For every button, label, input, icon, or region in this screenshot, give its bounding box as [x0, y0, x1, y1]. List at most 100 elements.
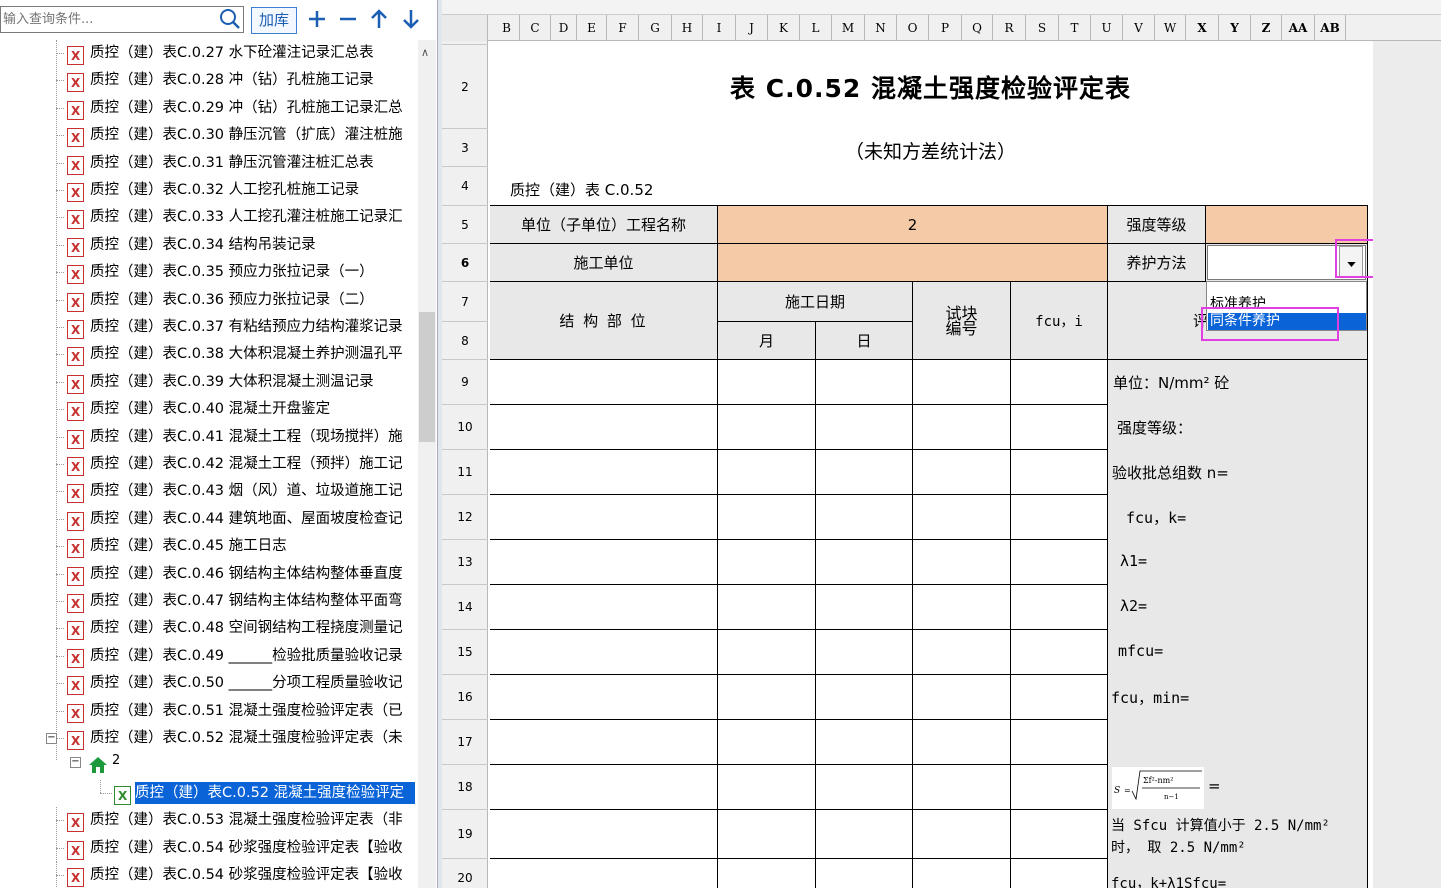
column-header-cell[interactable]: S	[1026, 15, 1059, 41]
data-cell[interactable]	[913, 630, 1011, 675]
data-cell[interactable]	[816, 630, 913, 675]
data-cell[interactable]	[490, 630, 718, 675]
column-header-cell[interactable]: H	[672, 15, 703, 41]
row-header-cell[interactable]: 16	[442, 675, 488, 720]
data-cell[interactable]	[1011, 360, 1108, 405]
data-cell[interactable]	[1011, 810, 1108, 859]
row-header-cell[interactable]: 4	[442, 167, 488, 206]
data-cell[interactable]	[490, 675, 718, 720]
tree-scrollbar[interactable]: ∧	[418, 40, 436, 888]
tree-item[interactable]: 质控（建）表C.0.40 混凝土开盘鉴定	[0, 396, 418, 423]
column-header-cell[interactable]: AB	[1315, 15, 1346, 41]
add-icon[interactable]	[306, 8, 328, 30]
tree-item[interactable]: 质控（建）表C.0.48 空间钢结构工程挠度测量记	[0, 615, 418, 642]
unit-project-value[interactable]: 2	[718, 206, 1108, 244]
row-header-cell[interactable]: 20	[442, 859, 488, 888]
row-header-cell[interactable]: 14	[442, 585, 488, 630]
row-header-cell[interactable]: 7	[442, 282, 488, 322]
data-cell[interactable]	[913, 859, 1011, 888]
tree-item[interactable]: 质控（建）表C.0.35 预应力张拉记录（一）	[0, 259, 418, 286]
column-header-cell[interactable]: U	[1091, 15, 1123, 41]
construction-unit-value[interactable]	[718, 244, 1108, 282]
column-header-cell[interactable]: J	[736, 15, 768, 41]
row-header-cell[interactable]: 12	[442, 495, 488, 540]
data-cell[interactable]	[816, 405, 913, 450]
data-cell[interactable]	[490, 495, 718, 540]
column-header-cell[interactable]: P	[929, 15, 962, 41]
data-cell[interactable]	[913, 765, 1011, 810]
collapse-toggle-icon[interactable]: −	[70, 757, 81, 769]
data-cell[interactable]	[718, 810, 816, 859]
data-cell[interactable]	[490, 765, 718, 810]
data-cell[interactable]	[913, 450, 1011, 495]
tree-item[interactable]: 质控（建）表C.0.50 ______分项工程质量验收记	[0, 670, 418, 697]
data-cell[interactable]	[718, 360, 816, 405]
tree-item[interactable]: 质控（建）表C.0.27 水下砼灌注记录汇总表	[0, 40, 418, 67]
data-cell[interactable]	[816, 540, 913, 585]
data-cell[interactable]	[913, 720, 1011, 765]
data-cell[interactable]	[816, 720, 913, 765]
tree-item[interactable]: 质控（建）表C.0.30 静压沉管（扩底）灌注桩施	[0, 122, 418, 149]
tree-item[interactable]: 质控（建）表C.0.33 人工挖孔灌注桩施工记录汇	[0, 204, 418, 231]
data-cell[interactable]	[816, 585, 913, 630]
tree-item[interactable]: 质控（建）表C.0.36 预应力张拉记录（二）	[0, 287, 418, 314]
data-cell[interactable]	[718, 765, 816, 810]
data-cell[interactable]	[718, 859, 816, 888]
data-cell[interactable]	[913, 405, 1011, 450]
data-cell[interactable]	[718, 720, 816, 765]
tree-item[interactable]: 质控（建）表C.0.38 大体积混凝土养护测温孔平	[0, 341, 418, 368]
tree-item[interactable]: 质控（建）表C.0.45 施工日志	[0, 533, 418, 560]
data-cell[interactable]	[718, 450, 816, 495]
tree-item[interactable]: 质控（建）表C.0.51 混凝土强度检验评定表（已	[0, 698, 418, 725]
row-header-cell[interactable]: 8	[442, 322, 488, 360]
scroll-up-arrow-icon[interactable]: ∧	[421, 46, 429, 59]
data-cell[interactable]	[490, 810, 718, 859]
column-header-cell[interactable]: T	[1059, 15, 1091, 41]
select-all-corner[interactable]	[442, 15, 488, 41]
tree-item[interactable]: 质控（建）表C.0.37 有粘结预应力结构灌浆记录	[0, 314, 418, 341]
column-header-cell[interactable]: L	[800, 15, 832, 41]
tree-item[interactable]: 质控（建）表C.0.34 结构吊装记录	[0, 232, 418, 259]
data-cell[interactable]	[1011, 405, 1108, 450]
data-cell[interactable]	[816, 765, 913, 810]
tree-item[interactable]: 质控（建）表C.0.41 混凝土工程（现场搅拌）施	[0, 424, 418, 451]
data-cell[interactable]	[913, 810, 1011, 859]
data-cell[interactable]	[816, 859, 913, 888]
column-header-cell[interactable]: N	[865, 15, 897, 41]
column-header-cell[interactable]: C	[520, 15, 551, 41]
row-header-cell[interactable]: 19	[442, 810, 488, 859]
column-header-cell[interactable]: M	[832, 15, 865, 41]
data-cell[interactable]	[1011, 540, 1108, 585]
data-cell[interactable]	[490, 720, 718, 765]
column-header-cell[interactable]: W	[1155, 15, 1186, 41]
column-header-cell[interactable]: K	[768, 15, 800, 41]
column-header-cell[interactable]: D	[551, 15, 577, 41]
column-header-cell[interactable]: Y	[1219, 15, 1251, 41]
tree-item[interactable]: 质控（建）表C.0.47 钢结构主体结构整体平面弯	[0, 588, 418, 615]
data-cell[interactable]	[1011, 495, 1108, 540]
row-header-cell[interactable]: 11	[442, 450, 488, 495]
column-header-cell[interactable]: F	[607, 15, 639, 41]
move-down-icon[interactable]	[400, 8, 422, 30]
search-icon[interactable]	[219, 8, 241, 30]
data-cell[interactable]	[718, 675, 816, 720]
column-header-cell[interactable]: AA	[1282, 15, 1315, 41]
tree-item[interactable]: 质控（建）表C.0.42 混凝土工程（预拌）施工记	[0, 451, 418, 478]
search-input[interactable]	[0, 6, 244, 33]
data-cell[interactable]	[1011, 765, 1108, 810]
column-header-cell[interactable]: E	[577, 15, 607, 41]
tree-item[interactable]: 质控（建）表C.0.43 烟（风）道、垃圾道施工记	[0, 478, 418, 505]
tree-item[interactable]: 质控（建）表C.0.54 砂浆强度检验评定表【验收	[0, 862, 418, 888]
data-cell[interactable]	[816, 360, 913, 405]
add-library-button[interactable]: 加库	[251, 7, 297, 34]
row-header-cell[interactable]: 6	[442, 244, 488, 282]
tree-item[interactable]: 质控（建）表C.0.31 静压沉管灌注桩汇总表	[0, 150, 418, 177]
tree-item[interactable]: 质控（建）表C.0.54 砂浆强度检验评定表【验收	[0, 834, 418, 862]
data-cell[interactable]	[718, 405, 816, 450]
data-cell[interactable]	[913, 585, 1011, 630]
move-up-icon[interactable]	[368, 8, 390, 30]
column-header-cell[interactable]: O	[897, 15, 929, 41]
row-header-cell[interactable]: 5	[442, 206, 488, 244]
column-header-cell[interactable]: V	[1123, 15, 1155, 41]
tree-item[interactable]: 质控（建）表C.0.49 ______检验批质量验收记录	[0, 643, 418, 670]
